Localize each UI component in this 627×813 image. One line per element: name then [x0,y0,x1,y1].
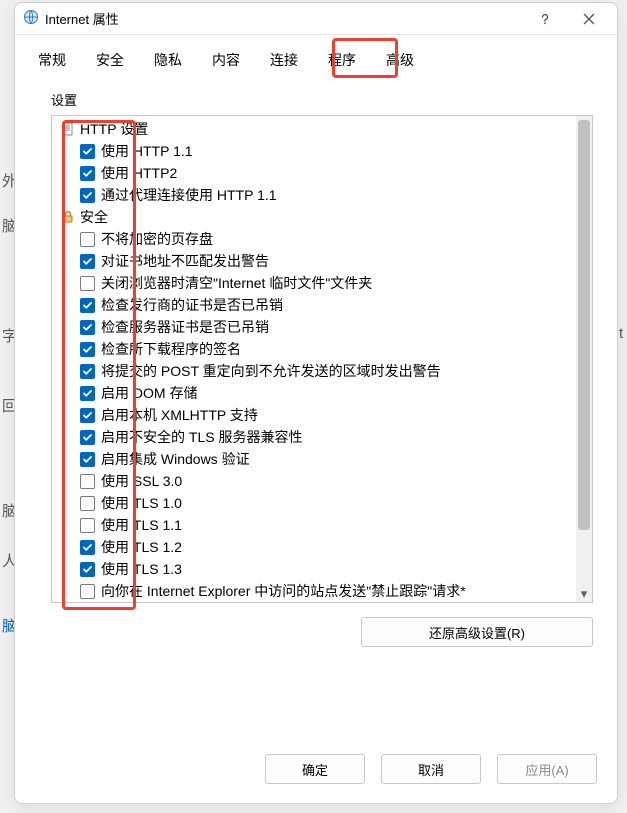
tree-item[interactable]: 使用 HTTP2 [56,162,576,184]
titlebar: Internet 属性 [15,3,617,35]
tree-item-label: 将提交的 POST 重定向到不允许发送的区域时发出警告 [101,361,441,381]
tree-item-label: 使用 TLS 1.0 [101,493,182,513]
tree-item[interactable]: 使用 TLS 1.3 [56,558,576,580]
tree-item-label: 启用集成 Windows 验证 [101,449,250,469]
checkbox[interactable] [80,496,95,511]
bg-hint: t [619,325,623,342]
window-title: Internet 属性 [45,9,119,28]
checkbox[interactable] [80,584,95,599]
ok-button[interactable]: 确定 [265,754,365,784]
scrollbar-thumb[interactable] [578,120,590,530]
apply-button[interactable]: 应用(A) [497,754,597,784]
tab-connections[interactable]: 连接 [255,43,313,78]
checkbox[interactable] [80,166,95,181]
checkbox[interactable] [80,276,95,291]
tree-item[interactable]: 使用 SSL 3.0 [56,470,576,492]
tree-item-label: 使用 HTTP2 [101,163,177,183]
tab-content[interactable]: 内容 [197,43,255,78]
tree-item[interactable]: 检查发行商的证书是否已吊销 [56,294,576,316]
tree-item-label: 启用不安全的 TLS 服务器兼容性 [101,427,302,447]
settings-tree: HTTP 设置使用 HTTP 1.1使用 HTTP2通过代理连接使用 HTTP … [51,115,593,603]
checkbox[interactable] [80,430,95,445]
vertical-scrollbar[interactable]: ▴ ▾ [576,116,592,602]
dialog-footer: 确定 取消 应用(A) [15,747,617,803]
checkbox[interactable] [80,562,95,577]
help-button[interactable] [523,4,567,34]
checkbox[interactable] [80,298,95,313]
tree-item[interactable]: 向你在 Internet Explorer 中访问的站点发送"禁止跟踪"请求* [56,580,576,602]
tree-item-label: 检查服务器证书是否已吊销 [101,317,269,337]
tree-item-label: 启用 DOM 存储 [101,383,197,403]
settings-tree-viewport[interactable]: HTTP 设置使用 HTTP 1.1使用 HTTP2通过代理连接使用 HTTP … [52,116,576,602]
checkbox[interactable] [80,518,95,533]
tree-item[interactable]: 检查服务器证书是否已吊销 [56,316,576,338]
tree-item-label: 使用 TLS 1.2 [101,537,182,557]
tree-item-label: 使用 HTTP 1.1 [101,141,193,161]
tree-item-label: 向你在 Internet Explorer 中访问的站点发送"禁止跟踪"请求* [101,581,466,601]
tree-item[interactable]: 启用不安全的 TLS 服务器兼容性 [56,426,576,448]
tree-item[interactable]: 检查所下载程序的签名 [56,338,576,360]
tree-item[interactable]: 将提交的 POST 重定向到不允许发送的区域时发出警告 [56,360,576,382]
tree-item[interactable]: 对证书地址不匹配发出警告 [56,250,576,272]
tree-item[interactable]: 通过代理连接使用 HTTP 1.1 [56,184,576,206]
tree-category: HTTP 设置 [56,118,576,140]
checkbox[interactable] [80,540,95,555]
tree-item[interactable]: 关闭浏览器时清空"Internet 临时文件"文件夹 [56,272,576,294]
tree-item[interactable]: 启用 DOM 存储 [56,382,576,404]
tree-item-label: 检查发行商的证书是否已吊销 [101,295,283,315]
tree-item[interactable]: 使用 HTTP 1.1 [56,140,576,162]
checkbox[interactable] [80,320,95,335]
advanced-panel: 设置 HTTP 设置使用 HTTP 1.1使用 HTTP2通过代理连接使用 HT… [15,78,617,747]
tree-item-label: 不将加密的页存盘 [101,229,213,249]
settings-label: 设置 [51,90,593,109]
tree-category-label: HTTP 设置 [80,119,148,139]
tree-item[interactable]: 使用 TLS 1.2 [56,536,576,558]
checkbox[interactable] [80,342,95,357]
checkbox[interactable] [80,474,95,489]
tree-item[interactable]: 启用集成 Windows 验证 [56,448,576,470]
tab-advanced[interactable]: 高级 [371,43,429,78]
checkbox[interactable] [80,144,95,159]
tree-item-label: 关闭浏览器时清空"Internet 临时文件"文件夹 [101,273,372,293]
cancel-button[interactable]: 取消 [381,754,481,784]
tree-item[interactable]: 使用 TLS 1.1 [56,514,576,536]
checkbox[interactable] [80,188,95,203]
tree-item-label: 使用 TLS 1.1 [101,515,182,535]
tree-category: 安全 [56,206,576,228]
tree-item-label: 检查所下载程序的签名 [101,339,241,359]
tree-item[interactable]: 使用 TLS 1.0 [56,492,576,514]
tab-programs[interactable]: 程序 [313,43,371,78]
checkbox[interactable] [80,232,95,247]
internet-options-icon [23,9,39,28]
tree-item[interactable]: 启用本机 XMLHTTP 支持 [56,404,576,426]
page-icon [60,121,76,137]
tree-item-label: 通过代理连接使用 HTTP 1.1 [101,185,277,205]
checkbox[interactable] [80,364,95,379]
tree-item[interactable]: 不将加密的页存盘 [56,228,576,250]
checkbox[interactable] [80,452,95,467]
scroll-down-icon[interactable]: ▾ [576,586,592,602]
tree-item-label: 使用 TLS 1.3 [101,559,182,579]
restore-advanced-button[interactable]: 还原高级设置(R) [361,617,593,647]
checkbox[interactable] [80,386,95,401]
tab-general[interactable]: 常规 [23,43,81,78]
lock-icon [60,209,76,225]
close-button[interactable] [567,4,611,34]
checkbox[interactable] [80,254,95,269]
checkbox[interactable] [80,408,95,423]
tree-category-label: 安全 [80,207,108,227]
tab-security[interactable]: 安全 [81,43,139,78]
tab-strip: 常规 安全 隐私 内容 连接 程序 高级 [15,35,617,78]
tree-item-label: 对证书地址不匹配发出警告 [101,251,269,271]
internet-properties-dialog: Internet 属性 常规 安全 隐私 内容 连接 程序 高级 设置 HTTP… [14,2,618,804]
tree-item-label: 启用本机 XMLHTTP 支持 [101,405,258,425]
tree-item-label: 使用 SSL 3.0 [101,471,182,491]
tab-privacy[interactable]: 隐私 [139,43,197,78]
